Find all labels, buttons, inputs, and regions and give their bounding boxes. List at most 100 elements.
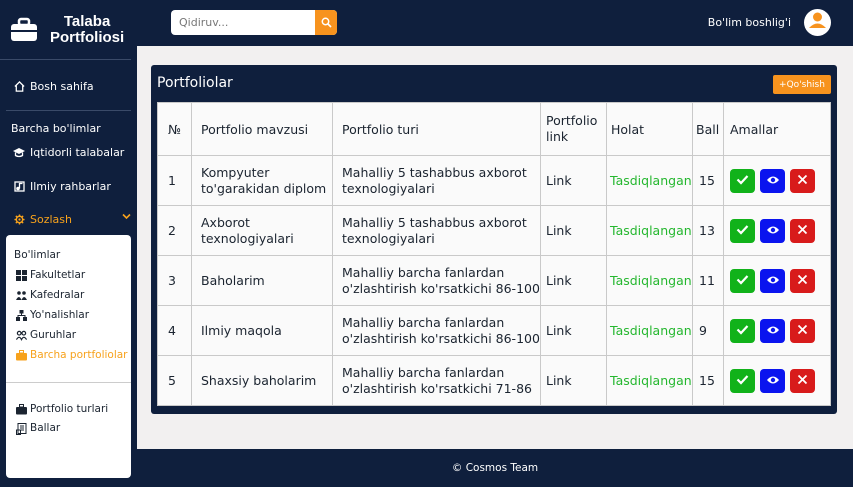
main-content: Portfoliolar +Qo'shish № Portfolio mavzu… [137, 46, 853, 449]
avatar[interactable] [804, 9, 831, 36]
sidebar-item-label: Ilmiy rahbarlar [30, 179, 111, 193]
grid-icon [16, 269, 27, 281]
row-status: Tasdiqlangan [606, 255, 693, 306]
submenu-item-faculties[interactable]: Fakultetlar [16, 269, 85, 281]
submenu-item-label: Ballar [30, 422, 61, 434]
search-input[interactable] [171, 10, 315, 35]
sidebar-item-label: Sozlash [30, 212, 72, 226]
search-button[interactable] [315, 10, 337, 35]
panel-title: Portfoliolar [157, 75, 233, 91]
approve-button[interactable] [730, 318, 755, 343]
column-header-score: Ball [692, 102, 724, 156]
row-status: Tasdiqlangan [606, 305, 693, 356]
sidebar-item-home[interactable]: Bosh sahifa [0, 76, 94, 96]
row-topic: Shaxsiy baholarim [191, 355, 333, 406]
eye-icon [766, 223, 780, 239]
sidebar-item-settings[interactable]: Sozlash [0, 209, 72, 229]
brand[interactable]: Talaba Portfoliosi [0, 0, 131, 60]
approve-button[interactable] [730, 168, 755, 193]
row-actions [723, 155, 831, 206]
add-portfolio-button[interactable]: +Qo'shish [773, 75, 831, 94]
row-score: 9 [692, 305, 724, 356]
briefcase-icon [10, 17, 38, 43]
briefcase-icon [16, 349, 27, 361]
table-row: 2 Axborot texnologiyalari Mahalliy 5 tasha… [157, 205, 831, 256]
submenu-item-all-portfolios[interactable]: Barcha portfoliolar [16, 349, 128, 361]
delete-button[interactable] [790, 318, 815, 343]
row-score: 13 [692, 205, 724, 256]
submenu-item-scores[interactable]: Ballar [16, 422, 61, 435]
eye-icon [766, 323, 780, 339]
delete-button[interactable] [790, 168, 815, 193]
eye-icon [766, 273, 780, 289]
top-header: Bo'lim boshlig'i [137, 0, 853, 46]
column-header-topic: Portfolio mavzusi [191, 102, 333, 156]
delete-button[interactable] [790, 368, 815, 393]
group-icon [16, 330, 27, 341]
brand-title: Talaba Portfoliosi [50, 12, 125, 46]
close-icon [797, 373, 808, 389]
submenu-item-label: Barcha portfoliolar [30, 349, 128, 361]
row-link[interactable]: Link [540, 205, 607, 256]
eye-icon [766, 373, 780, 389]
submenu-item-departments[interactable]: Kafedralar [16, 289, 84, 301]
check-icon [736, 223, 749, 239]
view-button[interactable] [760, 368, 785, 393]
column-header-actions: Amallar [723, 102, 831, 156]
brand-title-line2: Portfoliosi [50, 28, 125, 46]
row-actions [723, 205, 831, 256]
row-link[interactable]: Link [540, 155, 607, 206]
row-link[interactable]: Link [540, 305, 607, 356]
approve-button[interactable] [730, 368, 755, 393]
table-header-row: № Portfolio mavzusi Portfolio turi Portf… [157, 102, 831, 156]
brand-title-line1: Talaba [63, 12, 111, 30]
row-number: 5 [157, 355, 192, 406]
delete-button[interactable] [790, 218, 815, 243]
row-type: Mahalliy barcha fanlardan o'zlashtirish … [332, 355, 541, 406]
submenu-item-groups[interactable]: Guruhlar [16, 329, 76, 341]
user-icon [804, 7, 831, 38]
row-link[interactable]: Link [540, 255, 607, 306]
delete-button[interactable] [790, 268, 815, 293]
user-name[interactable]: Bo'lim boshlig'i [708, 16, 791, 29]
submenu-item-portfolio-types[interactable]: Portfolio turlari [16, 403, 108, 415]
view-button[interactable] [760, 268, 785, 293]
column-header-link: Portfolio link [540, 102, 607, 156]
music-note-icon [13, 180, 25, 192]
row-type: Mahalliy 5 tashabbus axborot texnologiya… [332, 155, 541, 206]
home-icon [13, 80, 25, 92]
check-icon [736, 173, 749, 189]
submenu-item-label: Portfolio turlari [30, 403, 109, 415]
row-number: 1 [157, 155, 192, 206]
sidebar-item-scientific-advisors[interactable]: Ilmiy rahbarlar [0, 176, 111, 196]
view-button[interactable] [760, 168, 785, 193]
row-status: Tasdiqlangan [606, 205, 693, 256]
submenu-item-directions[interactable]: Yo'nalishlar [16, 309, 89, 321]
column-header-number: № [157, 102, 192, 156]
view-button[interactable] [760, 318, 785, 343]
check-icon [736, 373, 749, 389]
view-button[interactable] [760, 218, 785, 243]
row-score: 15 [692, 355, 724, 406]
submenu-item-label: Kafedralar [30, 289, 85, 301]
row-topic: Ilmiy maqola [191, 305, 333, 356]
check-icon [736, 273, 749, 289]
close-icon [797, 273, 808, 289]
approve-button[interactable] [730, 218, 755, 243]
row-score: 15 [692, 155, 724, 206]
close-icon [797, 323, 808, 339]
sidebar-section-label: Barcha bo'limlar [11, 122, 101, 135]
portfolios-table: № Portfolio mavzusi Portfolio turi Portf… [157, 102, 831, 406]
approve-button[interactable] [730, 268, 755, 293]
sidebar-item-talented-students[interactable]: Iqtidorli talabalar [0, 142, 124, 162]
sidebar-divider [6, 110, 131, 111]
row-actions [723, 355, 831, 406]
check-icon [736, 323, 749, 339]
row-link[interactable]: Link [540, 355, 607, 406]
table-row: 1 Kompyuter to'garakidan diplom Mahalliy 5… [157, 155, 831, 206]
row-number: 3 [157, 255, 192, 306]
chevron-down-icon[interactable] [122, 212, 131, 223]
submenu-heading: Bo'limlar [14, 249, 61, 261]
column-header-status: Holat [606, 102, 693, 156]
row-actions [723, 305, 831, 356]
